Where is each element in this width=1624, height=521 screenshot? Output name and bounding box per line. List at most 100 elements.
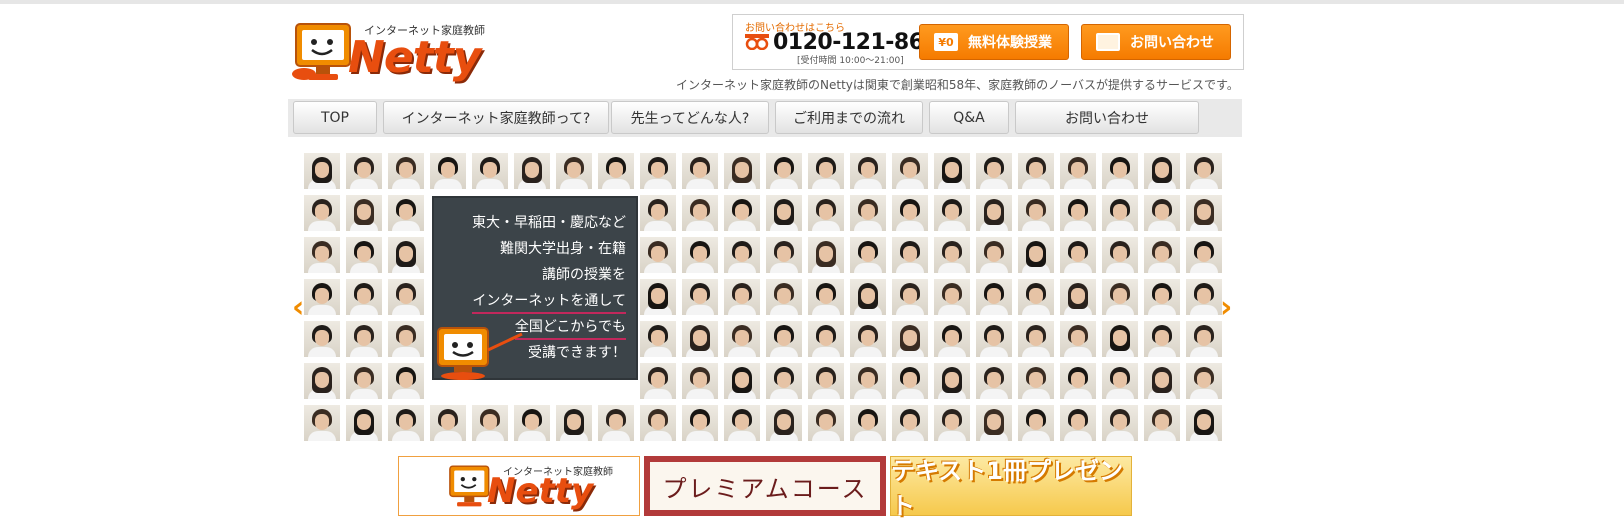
teacher-photo (430, 153, 466, 189)
nav-item-contact[interactable]: お問い合わせ (1015, 101, 1199, 134)
teacher-photo (640, 237, 676, 273)
teacher-photo (1186, 195, 1222, 231)
teacher-photo (1186, 237, 1222, 273)
teacher-photo (514, 153, 550, 189)
teacher-photo (1102, 405, 1138, 441)
teacher-photo (1060, 405, 1096, 441)
teacher-photo (1102, 279, 1138, 315)
teacher-photo (388, 153, 424, 189)
teacher-photo (808, 405, 844, 441)
premium-course-banner[interactable]: プレミアムコース (644, 456, 886, 516)
teacher-photo (934, 237, 970, 273)
teacher-photo (304, 153, 340, 189)
teacher-photo (640, 195, 676, 231)
free-dial-icon (745, 34, 769, 50)
teacher-photo (808, 195, 844, 231)
teacher-photo (472, 405, 508, 441)
slider-prev-button[interactable]: ‹ (292, 290, 304, 325)
teacher-photo (766, 195, 802, 231)
slider-chalkboard: 東大・早稲田・慶応など 難関大学出身・在籍 講師の授業を インターネットを通して… (432, 196, 638, 380)
teacher-photo (346, 405, 382, 441)
teacher-photo (850, 153, 886, 189)
teacher-photo (850, 321, 886, 357)
teacher-photo (388, 237, 424, 273)
teacher-photo (892, 321, 928, 357)
teacher-photo (1018, 363, 1054, 399)
teacher-photo (892, 153, 928, 189)
board-line: インターネットを通して (472, 290, 626, 314)
tv-mascot-icon (437, 327, 523, 380)
teacher-photo (682, 405, 718, 441)
teacher-photo (976, 237, 1012, 273)
teacher-photo (1060, 237, 1096, 273)
teacher-photo (682, 195, 718, 231)
teacher-photo (766, 153, 802, 189)
teacher-photo (1102, 363, 1138, 399)
teacher-photo (1102, 153, 1138, 189)
teacher-photo (1060, 195, 1096, 231)
teacher-photo (346, 363, 382, 399)
teacher-photo (304, 279, 340, 315)
free-trial-button[interactable]: ¥0 無料体験授業 (919, 24, 1069, 60)
teacher-photo (724, 195, 760, 231)
teacher-photo (724, 153, 760, 189)
teacher-photo (682, 363, 718, 399)
text-present-banner[interactable]: テキスト1冊プレゼント (890, 456, 1132, 520)
teacher-photo (976, 405, 1012, 441)
nav-item-teachers[interactable]: 先生ってどんな人? (611, 101, 769, 134)
teacher-photo (430, 405, 466, 441)
teacher-photo (1186, 153, 1222, 189)
teacher-photo (1186, 363, 1222, 399)
nav-item-qa[interactable]: Q&A (929, 101, 1009, 134)
teacher-photo (1102, 321, 1138, 357)
teacher-photo (976, 153, 1012, 189)
netty-banner[interactable]: インターネット家庭教師 Netty (398, 456, 640, 516)
teacher-photo (1018, 321, 1054, 357)
nav-item-flow[interactable]: ご利用までの流れ (775, 101, 923, 134)
teacher-photo (808, 363, 844, 399)
teacher-photo (850, 279, 886, 315)
teacher-photo (556, 405, 592, 441)
teacher-photo (766, 321, 802, 357)
teacher-photo (304, 195, 340, 231)
teacher-photo (1144, 363, 1180, 399)
inquiry-button[interactable]: お問い合わせ (1081, 24, 1231, 60)
teacher-photo (1144, 405, 1180, 441)
inquiry-label: お問い合わせ (1130, 35, 1214, 51)
teacher-photo (388, 321, 424, 357)
teacher-photo (1144, 279, 1180, 315)
teacher-photo (724, 237, 760, 273)
teacher-photo (976, 363, 1012, 399)
teacher-photo (766, 237, 802, 273)
netty-banner-wordmark: Netty (487, 471, 594, 511)
teacher-photo (808, 237, 844, 273)
teacher-photo (892, 405, 928, 441)
contact-box: お問い合わせはこちら 0120-121-864 [受付時間 10:00～21:0… (732, 14, 1244, 70)
teacher-photo (682, 321, 718, 357)
nav-item-top[interactable]: TOP (293, 101, 377, 134)
global-nav: TOP インターネット家庭教師って? 先生ってどんな人? ご利用までの流れ Q&… (288, 99, 1242, 137)
teacher-photo (892, 195, 928, 231)
teacher-photo (1018, 279, 1054, 315)
teacher-photo (766, 363, 802, 399)
teacher-photo (808, 321, 844, 357)
phone-number[interactable]: 0120-121-864 (773, 30, 939, 55)
board-line: 講師の授業を (542, 267, 626, 283)
teacher-photo (1102, 195, 1138, 231)
teacher-photo (514, 405, 550, 441)
teacher-photo (934, 153, 970, 189)
site-logo[interactable]: インターネット家庭教師 Netty (292, 14, 485, 86)
teacher-photo (934, 279, 970, 315)
teacher-photo (682, 237, 718, 273)
teacher-photo (388, 363, 424, 399)
teacher-photo (556, 153, 592, 189)
nav-item-about[interactable]: インターネット家庭教師って? (383, 101, 609, 134)
teacher-photo (1186, 279, 1222, 315)
teacher-photo (766, 279, 802, 315)
teacher-photo (598, 405, 634, 441)
teacher-photo (1018, 153, 1054, 189)
teacher-photo (346, 237, 382, 273)
board-line: 東大・早稲田・慶応など (472, 215, 626, 231)
teacher-photo (892, 237, 928, 273)
teacher-photo (346, 153, 382, 189)
